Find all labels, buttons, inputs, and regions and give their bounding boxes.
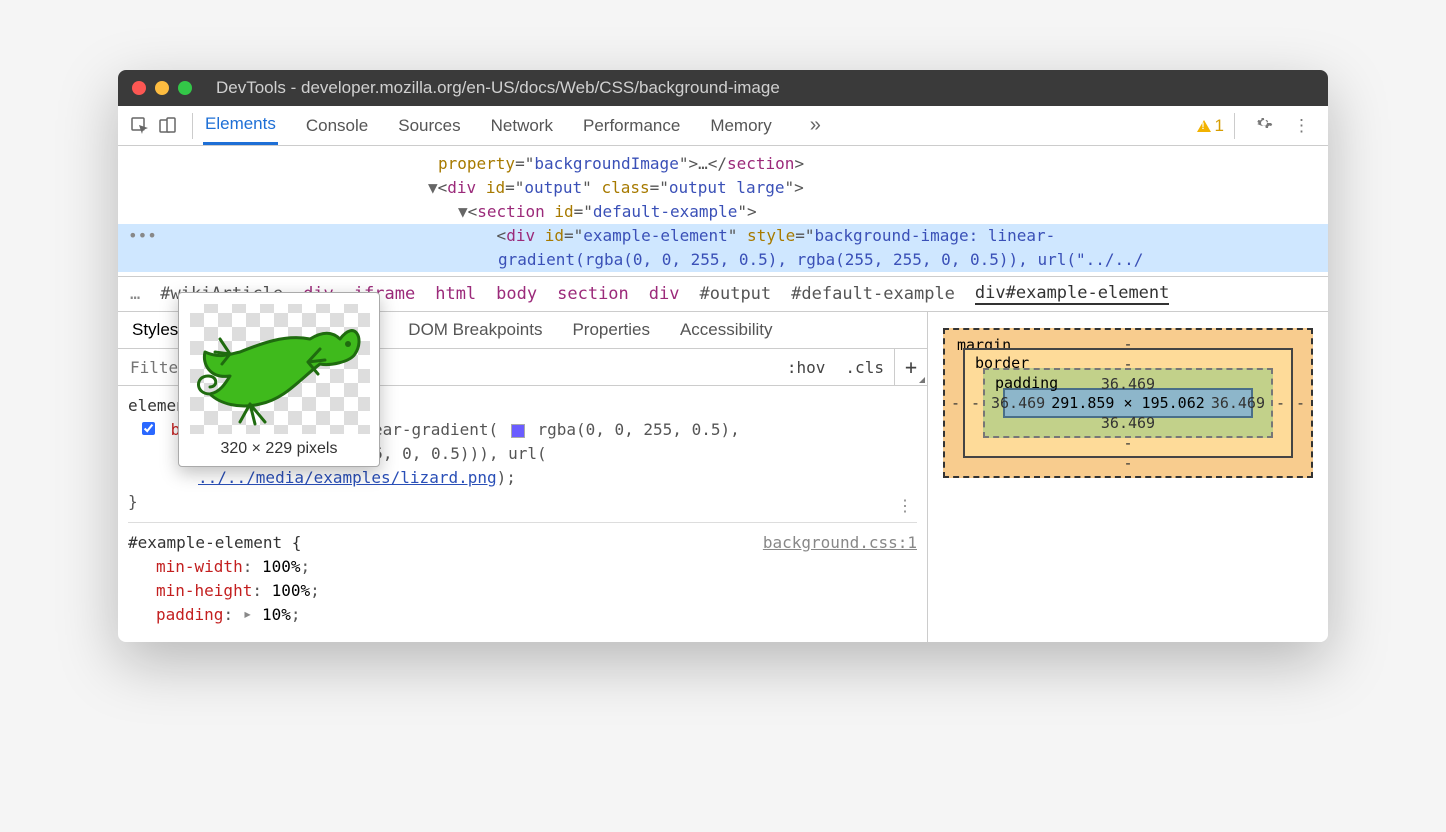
dom-line[interactable]: ▼<div id="output" class="output large"> [118,176,1328,200]
dom-line-selected[interactable]: gradient(rgba(0, 0, 255, 0.5), rgba(255,… [118,248,1328,272]
dom-line[interactable]: ▼<section id="default-example"> [118,200,1328,224]
ellipsis-icon[interactable]: ••• [118,226,157,245]
preview-image [190,304,370,434]
warnings-badge[interactable]: 1 [1197,116,1224,136]
settings-icon[interactable] [1245,114,1283,137]
style-rule[interactable]: background.css:1 #example-element { min-… [128,531,917,627]
new-style-rule-button[interactable]: + [894,349,927,385]
tab-network[interactable]: Network [489,108,555,144]
subtab-accessibility[interactable]: Accessibility [680,320,773,340]
crumb-selected[interactable]: div#example-element [975,283,1169,305]
crumb[interactable]: body [496,284,537,304]
tab-console[interactable]: Console [304,108,370,144]
box-model-padding[interactable]: padding 36.469 36.469 36.469 36.469 291.… [983,368,1273,438]
styles-pane: 320 × 229 pixels Styles DOM Breakpoints … [118,312,928,642]
box-model-pane: margin - - - - border - - - - padding 36… [928,312,1328,642]
color-swatch-icon[interactable] [511,424,525,438]
breadcrumb-overflow-icon[interactable]: … [130,284,140,304]
warning-icon [1197,120,1211,132]
url-link[interactable]: ../../media/examples/lizard.png [198,468,497,487]
lizard-icon [190,304,370,434]
tab-memory[interactable]: Memory [708,108,773,144]
tabs-overflow-icon[interactable]: » [800,114,831,137]
crumb[interactable]: #default-example [791,284,955,304]
property-toggle-checkbox[interactable] [142,422,155,435]
dom-tree[interactable]: property="backgroundImage">…</section> ▼… [118,146,1328,276]
prop-value[interactable]: 100% [272,581,311,600]
subtab-dom-breakpoints[interactable]: DOM Breakpoints [408,320,542,340]
warnings-count: 1 [1215,116,1224,136]
disclosure-triangle-icon[interactable]: ▼ [428,178,438,197]
crumb[interactable]: div [649,284,680,304]
hov-toggle[interactable]: :hov [777,352,836,383]
window-minimize-button[interactable] [155,81,169,95]
crumb[interactable]: section [557,284,629,304]
devtools-window: DevTools - developer.mozilla.org/en-US/d… [118,70,1328,642]
cls-toggle[interactable]: .cls [835,352,894,383]
expand-triangle-icon[interactable]: ▸ [243,602,253,626]
window-title: DevTools - developer.mozilla.org/en-US/d… [216,78,780,98]
tab-sources[interactable]: Sources [396,108,462,144]
image-preview-tooltip: 320 × 229 pixels [178,292,380,467]
prop-value[interactable]: 100% [262,557,301,576]
window-zoom-button[interactable] [178,81,192,95]
window-titlebar: DevTools - developer.mozilla.org/en-US/d… [118,70,1328,106]
inspect-icon[interactable] [126,117,154,135]
subtab-styles[interactable]: Styles [132,320,178,340]
dom-line-selected[interactable]: ••• <div id="example-element" style="bac… [118,224,1328,248]
more-menu-icon[interactable]: ⋮ [1283,116,1320,136]
subtab-properties[interactable]: Properties [572,320,649,340]
toolbar: Elements Console Sources Network Perform… [118,106,1328,146]
crumb[interactable]: html [435,284,476,304]
crumb[interactable]: #output [700,284,772,304]
tab-elements[interactable]: Elements [203,106,278,145]
preview-caption: 320 × 229 pixels [190,440,368,458]
device-icon[interactable] [154,117,182,135]
dom-line[interactable]: property="backgroundImage">…</section> [118,152,1328,176]
disclosure-triangle-icon[interactable]: ▼ [458,202,468,221]
box-model-margin[interactable]: margin - - - - border - - - - padding 36… [943,328,1313,478]
prop-name[interactable]: min-height [156,581,252,600]
rule-menu-icon[interactable]: ⋮ [897,494,913,518]
prop-value[interactable]: 10% [262,605,291,624]
tab-performance[interactable]: Performance [581,108,682,144]
prop-name[interactable]: min-width [156,557,243,576]
window-close-button[interactable] [132,81,146,95]
prop-name[interactable]: padding [156,605,223,624]
box-model-border[interactable]: border - - - - padding 36.469 36.469 36.… [963,348,1293,458]
rule-source-link[interactable]: background.css:1 [763,531,917,555]
